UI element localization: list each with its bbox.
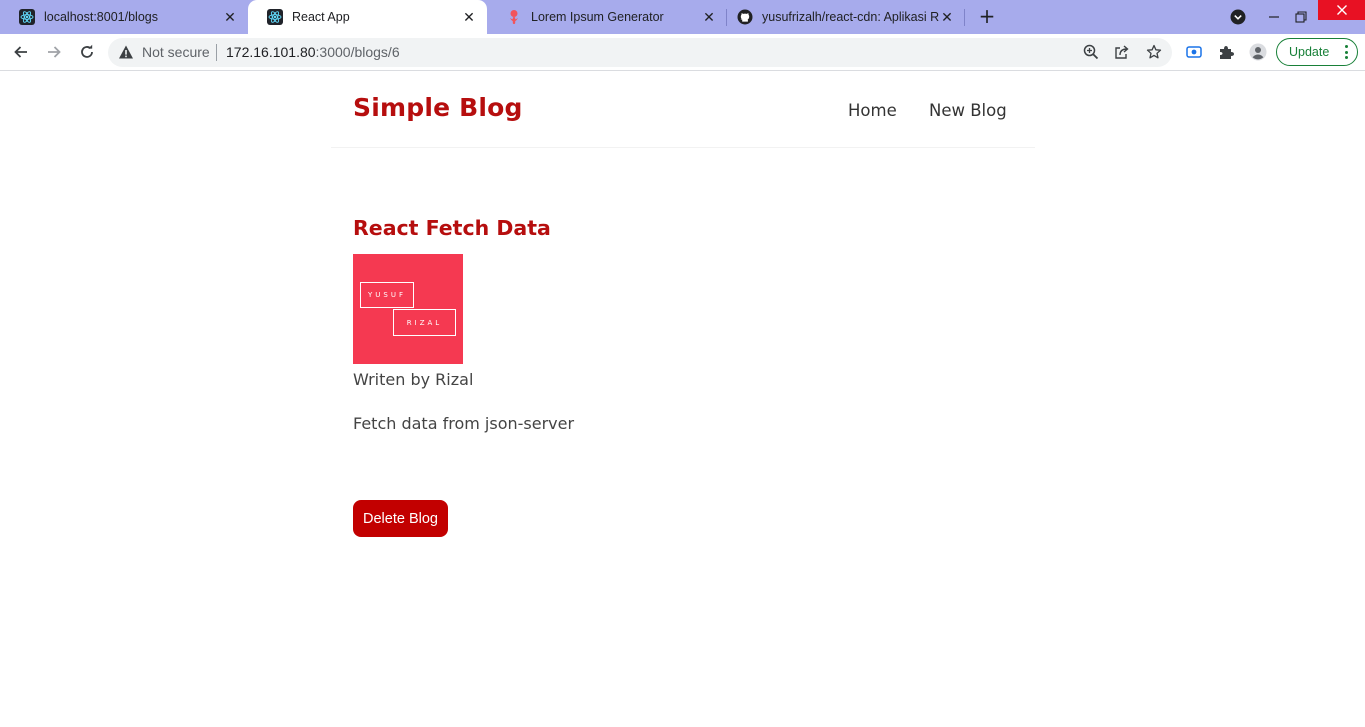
- tab-lorem-ipsum[interactable]: Lorem Ipsum Generator ✕: [487, 0, 727, 34]
- nav-link-new-blog[interactable]: New Blog: [929, 101, 1007, 120]
- url-path: :3000/blogs/6: [315, 44, 400, 60]
- logo-text-rizal: RIZAL: [393, 309, 456, 336]
- avatar-icon: [1249, 43, 1267, 61]
- post-title: React Fetch Data: [353, 216, 551, 240]
- warning-icon[interactable]: [118, 44, 134, 64]
- close-icon[interactable]: ✕: [222, 9, 238, 25]
- tab-title: yusufrizalh/react-cdn: Aplikasi Re: [762, 10, 939, 24]
- arrow-left-icon: [14, 46, 27, 58]
- tab-react-app[interactable]: React App ✕: [248, 0, 487, 34]
- github-icon: [737, 9, 753, 25]
- chevron-down-icon: [1230, 9, 1246, 25]
- share-icon[interactable]: [1112, 42, 1132, 62]
- minimize-button[interactable]: [1262, 0, 1286, 34]
- restore-icon: [1295, 11, 1307, 23]
- address-bar[interactable]: Not secure 172.16.101.80:3000/blogs/6: [108, 38, 1172, 67]
- tab-github-react-cdn[interactable]: yusufrizalh/react-cdn: Aplikasi Re ✕: [727, 0, 965, 34]
- url-host: 172.16.101.80: [226, 44, 316, 60]
- new-tab-button[interactable]: +: [976, 6, 998, 28]
- tab-title: Lorem Ipsum Generator: [531, 10, 664, 24]
- forward-button[interactable]: [43, 41, 65, 63]
- reload-button[interactable]: [76, 41, 98, 63]
- tab-title: localhost:8001/blogs: [44, 10, 158, 24]
- minimize-icon: [1269, 16, 1279, 18]
- restore-button[interactable]: [1289, 0, 1313, 34]
- tab-title: React App: [292, 10, 350, 24]
- update-button[interactable]: Update: [1276, 38, 1358, 66]
- url-text[interactable]: 172.16.101.80:3000/blogs/6: [226, 44, 400, 60]
- close-icon[interactable]: ✕: [939, 9, 955, 25]
- more-vert-icon: [1344, 45, 1348, 59]
- nav-link-home[interactable]: Home: [848, 101, 897, 120]
- close-icon[interactable]: ✕: [701, 9, 717, 25]
- address-divider: [216, 44, 217, 61]
- page-content: Simple Blog Home New Blog React Fetch Da…: [0, 72, 1365, 727]
- close-window-button[interactable]: [1318, 0, 1365, 20]
- tab-strip: localhost:8001/blogs ✕ React App ✕ Lorem…: [0, 0, 1365, 34]
- arrow-right-icon: [48, 46, 61, 58]
- tab-separator: [964, 9, 965, 26]
- close-icon: [1336, 5, 1347, 15]
- cast-button[interactable]: [1183, 41, 1205, 63]
- extensions-button[interactable]: [1215, 41, 1237, 63]
- bookmark-star-icon[interactable]: [1144, 42, 1164, 62]
- lorem-ipsum-icon: [506, 9, 522, 25]
- close-icon[interactable]: ✕: [461, 9, 477, 25]
- react-icon: [267, 9, 283, 25]
- reload-icon: [81, 44, 93, 58]
- profile-button[interactable]: [1247, 41, 1269, 63]
- zoom-icon[interactable]: [1081, 42, 1101, 62]
- puzzle-icon: [1220, 46, 1234, 59]
- browser-toolbar: Not secure 172.16.101.80:3000/blogs/6 Up…: [0, 34, 1365, 71]
- tab-search-button[interactable]: [1228, 0, 1248, 34]
- post-image: YUSUF RIZAL: [353, 254, 463, 364]
- update-label: Update: [1289, 45, 1330, 59]
- post-body: Fetch data from json-server: [353, 414, 575, 433]
- delete-blog-button[interactable]: Delete Blog: [353, 500, 448, 537]
- logo-text-yusuf: YUSUF: [360, 282, 414, 308]
- post-author: Writen by Rizal: [353, 370, 474, 389]
- site-navbar: Simple Blog Home New Blog: [331, 72, 1035, 148]
- tab-localhost-blogs[interactable]: localhost:8001/blogs ✕: [0, 0, 248, 34]
- security-status[interactable]: Not secure: [142, 44, 210, 60]
- back-button[interactable]: [10, 41, 32, 63]
- screen-record-icon: [1186, 46, 1202, 58]
- site-brand: Simple Blog: [353, 93, 523, 122]
- react-icon: [19, 9, 35, 25]
